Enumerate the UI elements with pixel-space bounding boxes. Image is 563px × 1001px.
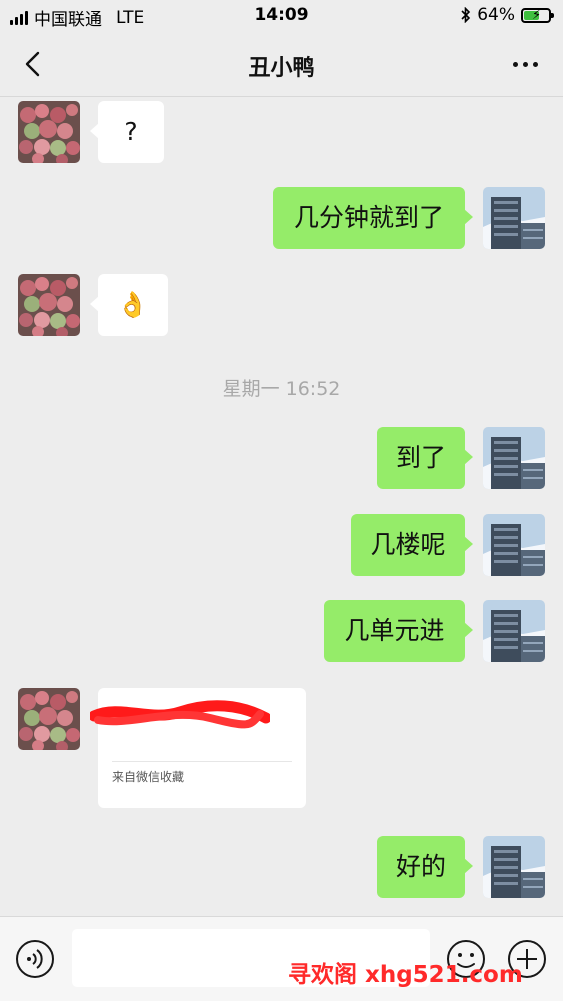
card-divider (112, 761, 292, 762)
ok-hand-emoji: 👌 (117, 290, 149, 319)
user-avatar[interactable] (483, 600, 545, 662)
message-text: 几单元进 (344, 616, 445, 645)
message-text: 好的 (395, 852, 446, 881)
more-dots-icon[interactable] (505, 54, 545, 74)
message-bubble-outgoing[interactable]: 几楼呢 (351, 514, 473, 576)
status-bar: 中国联通 LTE 14:09 64% ⚡ (0, 0, 563, 32)
message-bubble-outgoing[interactable]: 几单元进 (324, 600, 473, 662)
status-right: 64% ⚡ (461, 5, 554, 25)
user-avatar[interactable] (483, 187, 545, 249)
message-text: 到了 (395, 443, 446, 472)
chat-title: 丑小鸭 (248, 56, 315, 81)
message-bubble-outgoing[interactable]: 到了 (377, 427, 473, 489)
message-bubble-incoming[interactable]: ? (90, 101, 164, 163)
watermark: 寻欢阁 xhg521.com (288, 962, 523, 988)
card-source: 来自微信收藏 (112, 770, 185, 784)
message-bubble-incoming[interactable]: 👌 (90, 274, 168, 336)
message-bubble-outgoing[interactable]: 几分钟就到了 (273, 187, 473, 249)
redaction-scribble (90, 700, 270, 729)
user-avatar[interactable] (483, 427, 545, 489)
favorite-card[interactable]: 来自微信收藏 (90, 688, 306, 808)
timestamp: 星期一 16:52 (222, 378, 341, 400)
battery-charging-icon: ⚡ (521, 7, 554, 23)
voice-icon[interactable] (15, 939, 55, 979)
user-avatar[interactable] (483, 836, 545, 898)
bluetooth-icon (461, 7, 471, 23)
message-bubble-outgoing[interactable]: 好的 (377, 836, 473, 898)
user-avatar[interactable] (483, 514, 545, 576)
message-text: 几分钟就到了 (293, 203, 444, 232)
contact-avatar[interactable] (18, 688, 80, 750)
message-text: ? (124, 117, 138, 146)
message-text: 几楼呢 (370, 530, 446, 559)
battery-percent: 64% (477, 5, 515, 25)
contact-avatar[interactable] (18, 274, 80, 336)
contact-avatar[interactable] (18, 101, 80, 163)
chat-header: 丑小鸭 (0, 32, 563, 97)
